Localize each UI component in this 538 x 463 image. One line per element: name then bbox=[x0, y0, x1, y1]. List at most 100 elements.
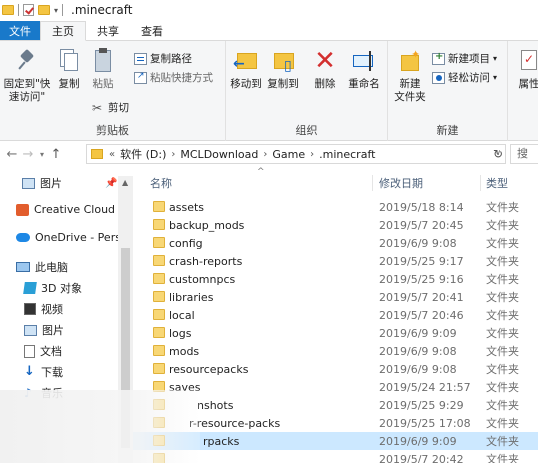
address-folder-icon bbox=[91, 149, 103, 159]
paste-button[interactable]: 粘贴 bbox=[88, 47, 118, 91]
delete-icon: ✕ bbox=[314, 46, 336, 76]
file-type: 文件夹 bbox=[486, 309, 519, 322]
breadcrumb-mcldownload[interactable]: MCLDownload bbox=[180, 148, 258, 161]
folder-icon bbox=[153, 363, 165, 374]
videos-icon bbox=[24, 303, 36, 315]
address-bar[interactable]: « 软件 (D:) › MCLDownload › Game › .minecr… bbox=[86, 144, 506, 164]
properties-button[interactable]: ✓ 属性 bbox=[514, 47, 538, 91]
tab-share[interactable]: 共享 bbox=[86, 21, 130, 40]
file-row[interactable]: logs 2019/6/9 9:09 文件夹 bbox=[133, 324, 538, 342]
watermark-overlay bbox=[0, 390, 200, 463]
pictures-icon bbox=[24, 324, 37, 336]
file-row[interactable]: local 2019/5/7 20:46 文件夹 bbox=[133, 306, 538, 324]
nav-item-videos[interactable]: 视频 bbox=[24, 301, 63, 317]
file-name: nshots bbox=[197, 398, 234, 412]
breadcrumb-minecraft[interactable]: .minecraft bbox=[319, 148, 375, 161]
tab-view[interactable]: 查看 bbox=[130, 21, 174, 40]
quick-access-dropdown-icon[interactable]: ▾ bbox=[54, 6, 58, 15]
column-divider[interactable] bbox=[372, 175, 373, 191]
file-row[interactable]: resourcepacks 2019/6/9 9:08 文件夹 bbox=[133, 360, 538, 378]
rename-button[interactable]: 重命名 bbox=[344, 47, 384, 91]
address-overflow[interactable]: « bbox=[109, 149, 115, 160]
pin-icon bbox=[16, 47, 38, 75]
properties-icon: ✓ bbox=[518, 47, 538, 75]
nav-item-documents[interactable]: 文档 bbox=[24, 343, 62, 359]
pin-to-quick-access-button[interactable]: 固定到"快 速访问" bbox=[2, 47, 52, 104]
file-type: 文件夹 bbox=[486, 237, 519, 250]
breadcrumb-chevron-icon[interactable]: › bbox=[263, 149, 267, 160]
file-row[interactable]: assets 2019/5/18 8:14 文件夹 bbox=[133, 198, 538, 216]
nav-item-downloads[interactable]: ↓ 下载 bbox=[24, 364, 63, 380]
file-row[interactable]: libraries 2019/5/7 20:41 文件夹 bbox=[133, 288, 538, 306]
cut-button[interactable]: ✂ 剪切 bbox=[92, 100, 129, 115]
new-item-label: 新建项目 bbox=[448, 53, 490, 65]
copy-button[interactable]: 复制 bbox=[54, 47, 84, 91]
delete-button[interactable]: ✕ 删除 bbox=[310, 47, 340, 91]
breadcrumb-chevron-icon[interactable]: › bbox=[171, 149, 175, 160]
folder-icon bbox=[153, 291, 165, 302]
column-header-name[interactable]: 名称 bbox=[150, 171, 172, 195]
new-folder-button[interactable]: ✦ 新建 文件夹 bbox=[392, 47, 428, 104]
copy-to-icon: ▯ bbox=[270, 47, 296, 75]
tab-file[interactable]: 文件 bbox=[0, 21, 40, 40]
paste-icon bbox=[92, 47, 114, 75]
file-row[interactable]: mods 2019/6/9 9:08 文件夹 bbox=[133, 342, 538, 360]
refresh-icon[interactable]: ↻ bbox=[490, 144, 506, 164]
new-folder-quick-icon[interactable] bbox=[38, 5, 50, 15]
nav-item-creative-cloud[interactable]: Creative Cloud F bbox=[16, 203, 125, 216]
up-arrow-icon[interactable]: ↑ bbox=[48, 147, 64, 162]
scroll-up-arrow-icon[interactable]: ▲ bbox=[122, 178, 128, 187]
recent-locations-chevron-icon[interactable]: ▾ bbox=[36, 150, 48, 159]
new-item-button[interactable]: 新建项目 ▾ bbox=[432, 51, 497, 66]
clipboard-group: 固定到"快 速访问" 复制 粘贴 复制路径 粘贴快捷方式 ✂ 剪切 剪贴板 bbox=[0, 41, 226, 141]
breadcrumb-drive[interactable]: 软件 (D:) bbox=[120, 146, 166, 162]
copy-to-button[interactable]: ▯ 复制到 bbox=[264, 47, 302, 91]
file-name: backup_mods bbox=[169, 218, 245, 232]
copy-path-button[interactable]: 复制路径 bbox=[134, 51, 192, 66]
move-to-button[interactable]: ← 移动到 bbox=[228, 47, 264, 91]
nav-item-this-pc[interactable]: 此电脑 bbox=[16, 259, 68, 275]
folder-icon bbox=[153, 237, 165, 248]
properties-checkmark-icon[interactable] bbox=[23, 4, 34, 16]
nav-item-pictures[interactable]: 图片 bbox=[24, 322, 64, 338]
new-folder-icon: ✦ bbox=[399, 47, 421, 75]
folder-icon bbox=[153, 255, 165, 266]
rename-icon bbox=[351, 47, 377, 75]
file-row[interactable]: customnpcs 2019/5/25 9:16 文件夹 bbox=[133, 270, 538, 288]
file-type: 文件夹 bbox=[486, 273, 519, 286]
file-type: 文件夹 bbox=[486, 201, 519, 214]
file-date: 2019/5/7 20:42 bbox=[379, 452, 464, 463]
nav-item-pictures-pinned[interactable]: 图片 📌 bbox=[22, 175, 117, 191]
file-row[interactable]: backup_mods 2019/5/7 20:45 文件夹 bbox=[133, 216, 538, 234]
file-row[interactable]: crash-reports 2019/5/25 9:17 文件夹 bbox=[133, 252, 538, 270]
file-type: 文件夹 bbox=[486, 327, 519, 340]
column-divider[interactable] bbox=[480, 175, 481, 191]
folder-icon bbox=[153, 345, 165, 356]
file-date: 2019/5/18 8:14 bbox=[379, 200, 464, 214]
folder-icon bbox=[153, 309, 165, 320]
column-header-date[interactable]: 修改日期 bbox=[379, 171, 423, 195]
file-type: 文件夹 bbox=[486, 219, 519, 232]
column-header-type[interactable]: 类型 bbox=[486, 171, 508, 195]
paste-shortcut-button[interactable]: 粘贴快捷方式 bbox=[134, 70, 213, 85]
nav-item-3d-objects[interactable]: 3D 对象 bbox=[23, 280, 82, 296]
file-type: 文件夹 bbox=[486, 399, 519, 412]
clipboard-group-label: 剪贴板 bbox=[96, 124, 129, 137]
easy-access-button[interactable]: 轻松访问 ▾ bbox=[432, 70, 497, 85]
back-arrow-icon[interactable]: ← bbox=[4, 147, 20, 162]
scissors-icon: ✂ bbox=[92, 100, 103, 115]
forward-arrow-icon[interactable]: → bbox=[20, 147, 36, 162]
breadcrumb-game[interactable]: Game bbox=[272, 148, 305, 161]
breadcrumb-chevron-icon[interactable]: › bbox=[310, 149, 314, 160]
file-row[interactable]: config 2019/6/9 9:08 文件夹 bbox=[133, 234, 538, 252]
sort-ascending-icon: ^ bbox=[257, 167, 265, 177]
rename-label: 重命名 bbox=[348, 78, 380, 90]
quick-access-separator bbox=[18, 4, 19, 16]
tab-home[interactable]: 主页 bbox=[40, 21, 86, 41]
file-date: 2019/5/25 17:08 bbox=[379, 416, 471, 430]
folder-icon bbox=[153, 201, 165, 212]
search-input[interactable]: 搜 bbox=[510, 144, 538, 164]
file-date: 2019/6/9 9:08 bbox=[379, 236, 457, 250]
nav-item-onedrive[interactable]: OneDrive - Pers bbox=[16, 231, 121, 244]
nav-item-label: 此电脑 bbox=[35, 261, 68, 274]
